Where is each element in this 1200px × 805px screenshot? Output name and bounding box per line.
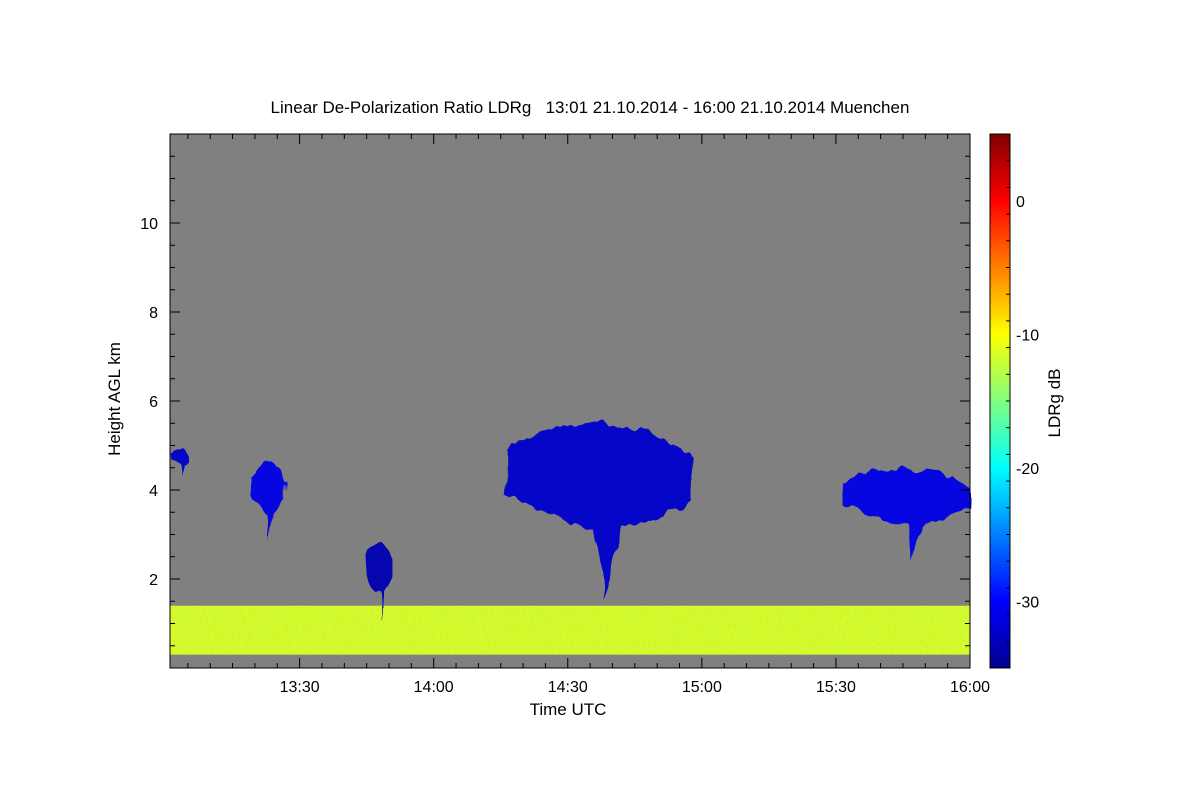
x-tick-label: 15:00	[682, 679, 722, 696]
x-tick-label: 16:00	[950, 679, 990, 696]
y-tick-label: 2	[149, 572, 158, 589]
colorbar-tick-label: 0	[1016, 194, 1025, 211]
x-tick-label: 14:00	[414, 679, 454, 696]
plot-background	[170, 134, 970, 668]
colorbar-label: LDRg dB	[1045, 369, 1064, 438]
chart-svg: 13:30 14:00 14:30 15:00 15:30 16:00 2 4 6 8 10 Time…	[105, 133, 1064, 719]
x-tick-label: 15:30	[816, 679, 856, 696]
y-tick-label: 6	[149, 394, 158, 411]
colorbar-tick-label: -10	[1016, 327, 1039, 344]
y-tick-label: 8	[149, 305, 158, 322]
x-axis-label: Time UTC	[530, 700, 607, 719]
colorbar: 0 -10 -20 -30 LDRg dB	[989, 133, 1064, 669]
plot-area	[170, 134, 970, 668]
y-tick-label: 4	[149, 483, 158, 500]
y-axis-label: Height AGL km	[105, 342, 124, 456]
y-tick-label: 10	[140, 216, 158, 233]
colorbar-tick-label: -30	[1016, 594, 1039, 611]
chart-title: Linear De-Polarization Ratio LDRg 13:01 …	[270, 98, 910, 117]
x-tick-label: 13:30	[280, 679, 320, 696]
x-tick-label: 14:30	[548, 679, 588, 696]
ldr-figure: Linear De-Polarization Ratio LDRg 13:01 …	[0, 0, 1200, 800]
feature-boundary-layer	[170, 605, 970, 655]
colorbar-tick-label: -20	[1016, 461, 1039, 478]
